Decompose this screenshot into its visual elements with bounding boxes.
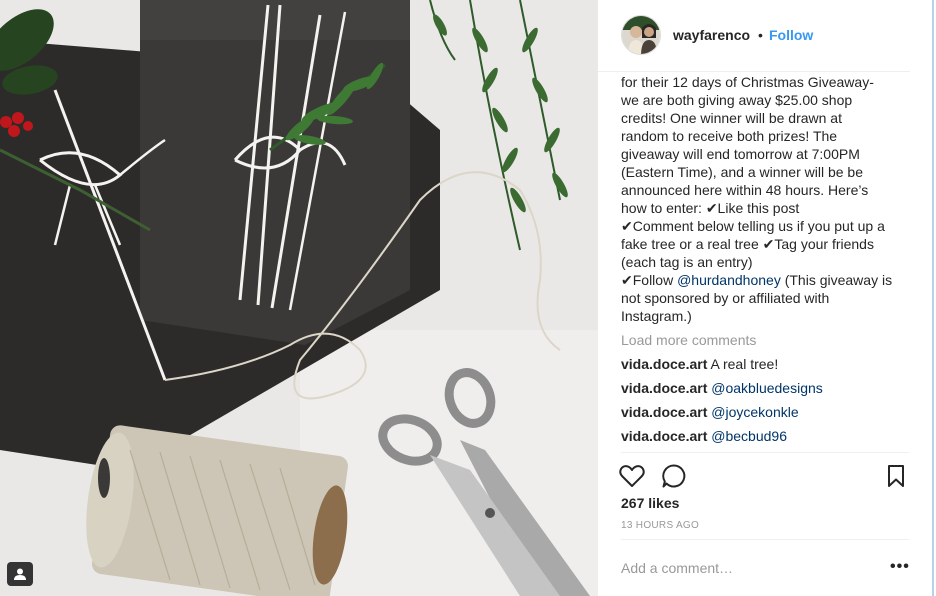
- caption-line: (This giveaway is: [780, 272, 893, 288]
- comment-username[interactable]: vida.doce.art: [621, 380, 707, 396]
- caption-mention-link[interactable]: @hurdandhoney: [677, 272, 781, 288]
- caption-line: (Eastern Time), and a winner will be be: [621, 164, 863, 180]
- post-header: wayfarenco • Follow: [598, 0, 910, 72]
- avatar[interactable]: [621, 15, 661, 55]
- post-actions-bar: [618, 460, 912, 490]
- heart-icon: [619, 465, 645, 487]
- caption-line: random to receive both prizes! The: [621, 128, 838, 144]
- more-options-button[interactable]: •••: [890, 558, 910, 576]
- caption-line: announced here within 48 hours. Here’s: [621, 182, 869, 198]
- caption-line: ✔Follow: [621, 272, 678, 288]
- comment-username[interactable]: vida.doce.art: [621, 404, 707, 420]
- add-comment-input[interactable]: [621, 556, 861, 580]
- caption-line: (each tag is an entry): [621, 254, 753, 270]
- caption-line: giveaway will end tomorrow at 7:00PM: [621, 146, 860, 162]
- divider: [621, 452, 909, 453]
- comment-item: vida.doce.art @joycekonkle: [621, 403, 911, 421]
- post-side-panel: wayfarenco • Follow for their 12 days of…: [598, 0, 936, 596]
- caption-line: for their 12 days of Christmas Giveaway-: [621, 74, 874, 90]
- load-more-comments-button[interactable]: Load more comments: [621, 331, 911, 349]
- caption-line: credits! One winner will be drawn at: [621, 110, 842, 126]
- comment-username[interactable]: vida.doce.art: [621, 428, 707, 444]
- post-photo[interactable]: [0, 0, 598, 596]
- comment-mention-link[interactable]: @joycekonkle: [711, 404, 798, 420]
- comment-item: vida.doce.art @oakbluedesigns: [621, 379, 911, 397]
- comments-area[interactable]: for their 12 days of Christmas Giveaway-…: [621, 72, 911, 452]
- like-button[interactable]: [618, 462, 646, 490]
- comment-username[interactable]: vida.doce.art: [621, 356, 707, 372]
- gift-wrap-photo-illustration: [0, 0, 598, 596]
- bookmark-icon: [888, 465, 904, 487]
- follow-button[interactable]: Follow: [769, 27, 813, 43]
- save-button[interactable]: [882, 462, 910, 490]
- comment-button[interactable]: [660, 462, 688, 490]
- caption-line: ✔Comment below telling us if you put up …: [621, 218, 885, 234]
- username[interactable]: wayfarenco: [673, 27, 750, 43]
- comment-mention-link[interactable]: @becbud96: [711, 428, 787, 444]
- comment-item: vida.doce.art A real tree!: [621, 355, 911, 373]
- caption-line: we are both giving away $25.00 shop: [621, 92, 853, 108]
- comment-mention-link[interactable]: @oakbluedesigns: [711, 380, 823, 396]
- window-edge: [932, 0, 934, 596]
- caption-line: how to enter: ✔Like this post: [621, 200, 800, 216]
- comment-item: vida.doce.art @becbud96: [621, 427, 911, 445]
- caption-line: Instagram.): [621, 308, 692, 324]
- tagged-users-button[interactable]: [7, 562, 33, 586]
- caption-line: fake tree or a real tree ✔Tag your frien…: [621, 236, 874, 252]
- user-tag-icon: [14, 568, 26, 580]
- divider: [621, 539, 909, 540]
- comment-text: A real tree!: [710, 356, 779, 372]
- post-timestamp[interactable]: 13 HOURS AGO: [621, 520, 699, 531]
- likes-count[interactable]: 267 likes: [621, 495, 679, 511]
- separator-dot: •: [758, 27, 763, 43]
- post-caption: for their 12 days of Christmas Giveaway-…: [621, 72, 911, 325]
- avatar-photo: [622, 16, 660, 54]
- caption-line: not sponsored by or affiliated with: [621, 290, 830, 306]
- speech-bubble-icon: [662, 464, 686, 488]
